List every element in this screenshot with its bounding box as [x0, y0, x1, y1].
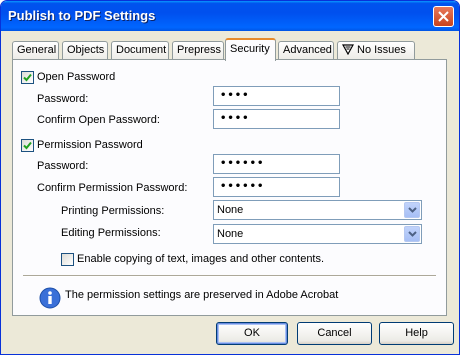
chevron-down-icon	[407, 207, 417, 213]
tab-advanced[interactable]: Advanced	[278, 41, 334, 60]
info-icon	[39, 287, 61, 309]
editing-permissions-value: None	[217, 228, 244, 240]
separator	[23, 275, 436, 277]
tab-document[interactable]: Document	[111, 41, 169, 60]
tab-label: Objects	[67, 44, 105, 56]
tab-objects[interactable]: Objects	[62, 41, 108, 60]
open-password-field-label: Password:	[37, 93, 89, 105]
permission-password-checkbox[interactable]	[21, 139, 34, 152]
confirm-permission-password-label: Confirm Permission Password:	[37, 182, 188, 194]
dropdown-button[interactable]	[404, 226, 420, 242]
checkmark-icon	[23, 141, 32, 150]
open-password-input[interactable]: ••••	[213, 86, 340, 106]
close-button[interactable]	[433, 6, 454, 27]
no-issues-icon	[342, 44, 354, 55]
tab-label: General	[17, 44, 57, 56]
close-icon	[438, 11, 449, 22]
confirm-open-password-input[interactable]: ••••	[213, 109, 340, 129]
permission-password-label: Permission Password	[37, 139, 143, 151]
title-bar[interactable]: Publish to PDF Settings	[1, 1, 459, 31]
tab-label: Prepress	[177, 44, 222, 56]
editing-permissions-label: Editing Permissions:	[61, 227, 161, 239]
printing-permissions-label: Printing Permissions:	[61, 205, 165, 217]
tab-label: No Issues	[357, 44, 406, 56]
dialog-window: Publish to PDF Settings General Objects …	[0, 0, 460, 355]
tab-label: Security	[230, 43, 270, 55]
open-password-checkbox[interactable]	[21, 71, 34, 84]
printing-permissions-select[interactable]: None	[213, 200, 422, 220]
permission-password-input[interactable]: ••••••	[213, 154, 340, 174]
enable-copying-checkbox[interactable]	[61, 253, 74, 266]
tab-prepress[interactable]: Prepress	[172, 41, 224, 60]
open-password-label: Open Password	[37, 71, 116, 83]
security-panel: Open Password Password: •••• Confirm Ope…	[12, 59, 447, 316]
cancel-button[interactable]: Cancel	[297, 322, 372, 345]
confirm-permission-password-input[interactable]: ••••••	[213, 177, 340, 197]
tab-label: Advanced	[283, 44, 332, 56]
permission-password-field-label: Password:	[37, 160, 89, 172]
tab-no-issues[interactable]: No Issues	[337, 41, 415, 60]
tab-general[interactable]: General	[12, 41, 59, 60]
info-text: The permission settings are preserved in…	[65, 289, 339, 301]
tab-security[interactable]: Security	[225, 38, 276, 61]
chevron-down-icon	[407, 231, 417, 237]
tab-label: Document	[116, 44, 167, 56]
checkmark-icon	[23, 73, 32, 82]
dropdown-button[interactable]	[404, 202, 420, 218]
enable-copying-label: Enable copying of text, images and other…	[77, 253, 325, 265]
help-button[interactable]: Help	[379, 322, 454, 345]
editing-permissions-select[interactable]: None	[213, 224, 422, 244]
printing-permissions-value: None	[217, 204, 244, 216]
ok-button[interactable]: OK	[216, 322, 288, 345]
window-title: Publish to PDF Settings	[8, 8, 156, 23]
confirm-open-password-label: Confirm Open Password:	[37, 114, 160, 126]
